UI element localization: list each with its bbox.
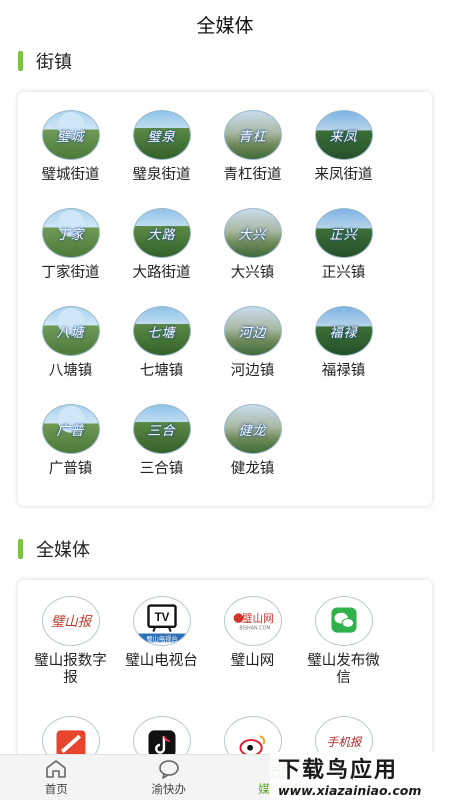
- town-item[interactable]: 河边 河边镇: [207, 306, 298, 404]
- towns-grid: 璧城 璧城街道 璧泉 璧泉街道 青杠 青杠街道 来凤 来凤街道 丁家 丁家街道 大路 大路街道 大兴 大兴…: [18, 92, 432, 502]
- town-thumbnail-caption: 健龙: [238, 423, 267, 439]
- town-thumbnail: 来凤: [314, 110, 373, 160]
- section-accent-bar: [18, 539, 23, 559]
- media-section-title: 全媒体: [36, 540, 90, 560]
- town-name: 八塘镇: [48, 363, 93, 379]
- town-thumbnail: 丁家: [41, 208, 100, 258]
- town-item[interactable]: 三合 三合镇: [116, 404, 207, 502]
- media-item[interactable]: 璧山报 璧山报数字报: [25, 596, 116, 716]
- town-thumbnail: 璧城: [41, 110, 100, 160]
- chat-bubble-icon: [158, 759, 179, 779]
- bishan-newspaper-logo: 璧山报: [41, 596, 100, 646]
- town-thumbnail: 八塘: [41, 306, 100, 356]
- media-name: 璧山电视台: [125, 653, 198, 669]
- logo-text: 手机报: [326, 735, 362, 749]
- town-item[interactable]: 七塘 七塘镇: [116, 306, 207, 404]
- section-accent-bar: [18, 51, 23, 71]
- town-item[interactable]: 璧泉 璧泉街道: [116, 110, 207, 208]
- town-item[interactable]: 大兴 大兴镇: [207, 208, 298, 306]
- town-thumbnail: 三合: [132, 404, 191, 454]
- town-name: 来凤街道: [314, 167, 373, 183]
- bishan-web-logo: 璧山网 BISHAN.COM: [223, 596, 282, 646]
- town-thumbnail-caption: 河边: [238, 325, 267, 341]
- media-name: 璧山报数字报: [34, 653, 107, 686]
- town-thumbnail: 福禄: [314, 306, 373, 356]
- top-bar: 全媒体: [0, 0, 450, 48]
- tab-yukuaiban[interactable]: 渝快办: [113, 755, 226, 800]
- town-name: 丁家街道: [41, 265, 100, 281]
- town-thumbnail-caption: 大兴: [238, 227, 267, 243]
- town-thumbnail-caption: 三合: [147, 423, 176, 439]
- tab-home[interactable]: 首页: [0, 755, 113, 800]
- tv-logo: TV 璧山电视台: [132, 596, 191, 646]
- town-name: 广普镇: [48, 461, 93, 477]
- town-item[interactable]: 青杠 青杠街道: [207, 110, 298, 208]
- town-name: 大路街道: [132, 265, 191, 281]
- media-name: 璧山网: [230, 653, 275, 669]
- town-name: 七塘镇: [139, 363, 184, 379]
- town-item[interactable]: 丁家 丁家街道: [25, 208, 116, 306]
- town-thumbnail: 璧泉: [132, 110, 191, 160]
- town-item[interactable]: 大路 大路街道: [116, 208, 207, 306]
- media-item[interactable]: 璧山网 BISHAN.COM 璧山网: [207, 596, 298, 716]
- media-section-header: 全媒体: [0, 534, 90, 564]
- town-name: 青杠街道: [223, 167, 282, 183]
- town-thumbnail-caption: 丁家: [56, 227, 85, 243]
- tab-yukuaiban-label: 渝快办: [151, 783, 187, 796]
- watermark-url: www.xiazainiao.com: [278, 783, 422, 798]
- town-thumbnail-caption: 青杠: [238, 129, 267, 145]
- town-thumbnail: 健龙: [223, 404, 282, 454]
- town-item[interactable]: 福禄 福禄镇: [298, 306, 389, 404]
- town-thumbnail-caption: 大路: [147, 227, 176, 243]
- towns-section-title: 街镇: [36, 52, 72, 72]
- town-thumbnail-caption: 正兴: [329, 227, 358, 243]
- logo-subtext: 璧山电视台: [146, 634, 177, 643]
- logo-text: 璧山报: [50, 614, 92, 630]
- town-name: 河边镇: [230, 363, 275, 379]
- town-item[interactable]: 广普 广普镇: [25, 404, 116, 502]
- town-name: 璧城街道: [41, 167, 100, 183]
- town-thumbnail: 正兴: [314, 208, 373, 258]
- town-name: 三合镇: [139, 461, 184, 477]
- logo-text: 璧山网: [241, 612, 273, 625]
- town-thumbnail-caption: 璧泉: [147, 129, 176, 145]
- watermark-title: 下载鸟应用: [278, 758, 399, 783]
- town-item[interactable]: 璧城 璧城街道: [25, 110, 116, 208]
- media-item[interactable]: 璧山发布微信: [298, 596, 389, 716]
- town-thumbnail-caption: 七塘: [147, 325, 176, 341]
- town-name: 正兴镇: [321, 265, 366, 281]
- towns-section-header: 街镇: [0, 46, 72, 76]
- town-thumbnail-caption: 广普: [56, 423, 85, 439]
- town-name: 大兴镇: [230, 265, 275, 281]
- town-item[interactable]: 来凤 来凤街道: [298, 110, 389, 208]
- wechat-logo: [314, 596, 373, 646]
- town-name: 健龙镇: [230, 461, 275, 477]
- town-item[interactable]: 八塘 八塘镇: [25, 306, 116, 404]
- page-title: 全媒体: [196, 15, 254, 37]
- logo-text: TV: [154, 612, 169, 624]
- town-name: 璧泉街道: [132, 167, 191, 183]
- town-thumbnail-caption: 福禄: [329, 325, 358, 341]
- home-icon: [46, 759, 67, 778]
- town-name: 福禄镇: [321, 363, 366, 379]
- watermark: 下载鸟应用 www.xiazainiao.com: [270, 752, 450, 800]
- town-thumbnail: 大兴: [223, 208, 282, 258]
- media-item[interactable]: TV 璧山电视台 璧山电视台: [116, 596, 207, 716]
- tab-home-label: 首页: [44, 783, 68, 796]
- town-thumbnail: 七塘: [132, 306, 191, 356]
- town-item[interactable]: 正兴 正兴镇: [298, 208, 389, 306]
- logo-subtext: BISHAN.COM: [239, 626, 270, 632]
- town-item[interactable]: 健龙 健龙镇: [207, 404, 298, 502]
- town-thumbnail: 广普: [41, 404, 100, 454]
- town-thumbnail: 青杠: [223, 110, 282, 160]
- town-thumbnail: 大路: [132, 208, 191, 258]
- town-thumbnail: 河边: [223, 306, 282, 356]
- town-thumbnail-caption: 璧城: [56, 129, 85, 145]
- town-thumbnail-caption: 来凤: [329, 129, 358, 145]
- media-name: 璧山发布微信: [307, 653, 380, 686]
- town-thumbnail-caption: 八塘: [56, 325, 85, 341]
- towns-card: 璧城 璧城街道 璧泉 璧泉街道 青杠 青杠街道 来凤 来凤街道 丁家 丁家街道 大路 大路街道 大兴 大兴…: [18, 92, 432, 506]
